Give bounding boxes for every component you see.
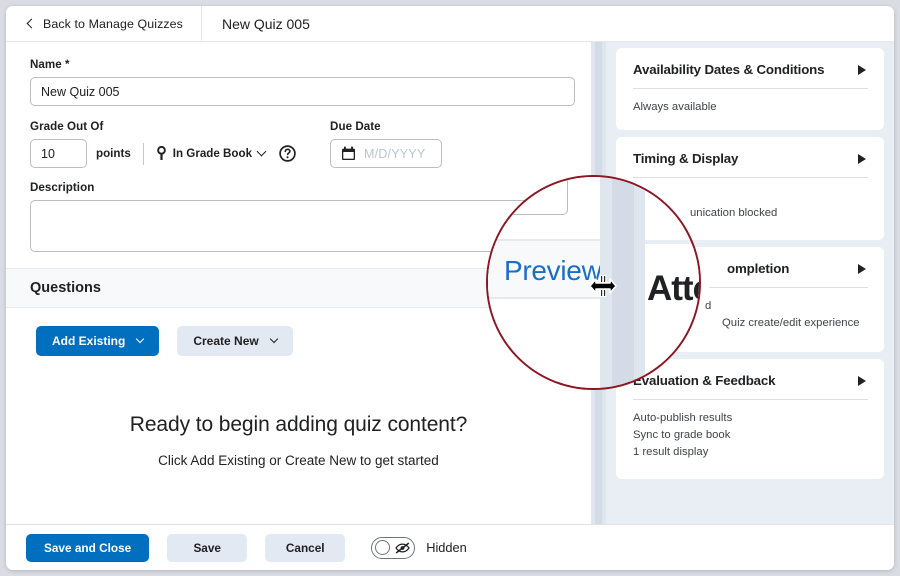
create-new-button[interactable]: Create New (177, 326, 293, 356)
attempts-summary-line-2: Quiz create/edit experience (722, 317, 860, 329)
chevron-down-icon (269, 334, 278, 344)
points-unit-label: points (96, 147, 131, 160)
visibility-label: Hidden (426, 540, 467, 555)
back-button-label: Back to Manage Quizzes (43, 16, 183, 31)
triangle-right-icon (858, 153, 866, 164)
divider (633, 88, 868, 89)
visibility-toggle-group: Hidden (371, 536, 467, 559)
triangle-right-icon (858, 64, 866, 75)
availability-summary-line: Always available (633, 101, 717, 113)
visibility-toggle[interactable] (371, 536, 416, 559)
in-grade-book-label: In Grade Book (172, 147, 253, 160)
divider (709, 287, 868, 288)
quiz-name-value: New Quiz 005 (41, 84, 120, 99)
quiz-name-input[interactable]: New Quiz 005 (30, 77, 575, 106)
availability-card-header[interactable]: Availability Dates & Conditions (633, 62, 868, 77)
attempts-card-title: ompletion (727, 261, 790, 276)
eye-off-icon (395, 542, 410, 553)
help-circle-icon[interactable] (279, 145, 296, 162)
evaluation-card-title: Evaluation & Feedback (633, 373, 776, 388)
due-date-label: Due Date (330, 120, 381, 133)
due-date-group: Due Date M/D/YYYY (330, 120, 443, 168)
empty-state: Ready to begin adding quiz content? Clic… (6, 413, 591, 468)
bottom-action-bar: Save and Close Save Cancel Hidden (6, 524, 894, 570)
back-to-manage-quizzes-button[interactable]: Back to Manage Quizzes (6, 6, 202, 41)
empty-state-title: Ready to begin adding quiz content? (129, 413, 468, 436)
attempts-card-header[interactable]: ompletion (633, 261, 868, 276)
add-existing-button[interactable]: Add Existing (36, 326, 160, 356)
divider (633, 399, 868, 400)
divider (633, 177, 868, 178)
triangle-right-icon (858, 375, 866, 386)
top-navigation-bar: Back to Manage Quizzes New Quiz 005 (6, 6, 894, 42)
evaluation-summary-line-2: Sync to grade book (633, 429, 731, 441)
grade-and-due-row: Grade Out Of 10 points In Grade Book Due… (30, 120, 569, 168)
grade-out-of-label: Grade Out Of (30, 120, 104, 133)
triangle-right-icon (858, 263, 866, 274)
toggle-knob (375, 540, 391, 555)
cancel-button[interactable]: Cancel (265, 533, 346, 562)
timing-card-title: Timing & Display (633, 151, 739, 166)
grade-points-input[interactable]: 10 (30, 139, 87, 168)
in-grade-book-dropdown[interactable]: In Grade Book (156, 146, 267, 161)
chevron-down-icon (136, 334, 145, 344)
sidebar-card-timing: Timing & Display unication blocked (616, 137, 884, 240)
due-date-input[interactable]: M/D/YYYY (330, 139, 443, 168)
questions-action-buttons: Add Existing Create New (6, 308, 591, 356)
chevron-left-icon (26, 18, 37, 28)
page-title: New Quiz 005 (221, 15, 310, 32)
quiz-properties-form: Name * New Quiz 005 Grade Out Of 10 poin… (6, 42, 591, 252)
settings-sidebar: Availability Dates & Conditions Always a… (606, 42, 894, 524)
main-editor-pane: Name * New Quiz 005 Grade Out Of 10 poin… (6, 42, 591, 524)
evaluation-summary-line-3: 1 result display (633, 446, 709, 458)
description-label: Description (30, 181, 95, 194)
quiz-editor-window: Back to Manage Quizzes New Quiz 005 Name… (6, 6, 894, 570)
evaluation-summary-line-1: Auto-publish results (633, 412, 733, 424)
chevron-down-icon (256, 146, 267, 157)
grade-points-value: 10 (41, 146, 55, 161)
attempts-summary-line-1: d (705, 300, 712, 312)
save-button[interactable]: Save (167, 533, 248, 562)
timing-card-header[interactable]: Timing & Display (633, 151, 868, 166)
empty-state-subtitle: Click Add Existing or Create New to get … (158, 453, 439, 468)
questions-section-header: Questions (6, 268, 591, 308)
divider (142, 142, 144, 165)
name-field-label: Name * (30, 58, 70, 71)
sidebar-card-availability: Availability Dates & Conditions Always a… (616, 48, 884, 130)
evaluation-card-header[interactable]: Evaluation & Feedback (633, 373, 868, 388)
grade-out-of-group: Grade Out Of 10 points In Grade Book (30, 120, 296, 168)
add-existing-label: Add Existing (52, 334, 126, 348)
key-icon (156, 146, 166, 160)
timing-summary-line-2: unication blocked (690, 207, 778, 219)
sidebar-card-evaluation: Evaluation & Feedback Auto-publish resul… (616, 359, 884, 479)
description-editor[interactable] (30, 200, 575, 252)
sidebar-card-attempts: ompletion d Quiz create/edit experience (616, 247, 884, 352)
create-new-label: Create New (193, 334, 259, 348)
resize-horizontal-cursor (589, 274, 617, 298)
timing-summary-line-1 (633, 188, 868, 205)
description-group: Description (30, 181, 575, 252)
availability-card-title: Availability Dates & Conditions (633, 62, 825, 77)
due-date-placeholder: M/D/YYYY (364, 146, 426, 161)
calendar-icon (342, 146, 356, 160)
save-and-close-button[interactable]: Save and Close (26, 533, 150, 562)
